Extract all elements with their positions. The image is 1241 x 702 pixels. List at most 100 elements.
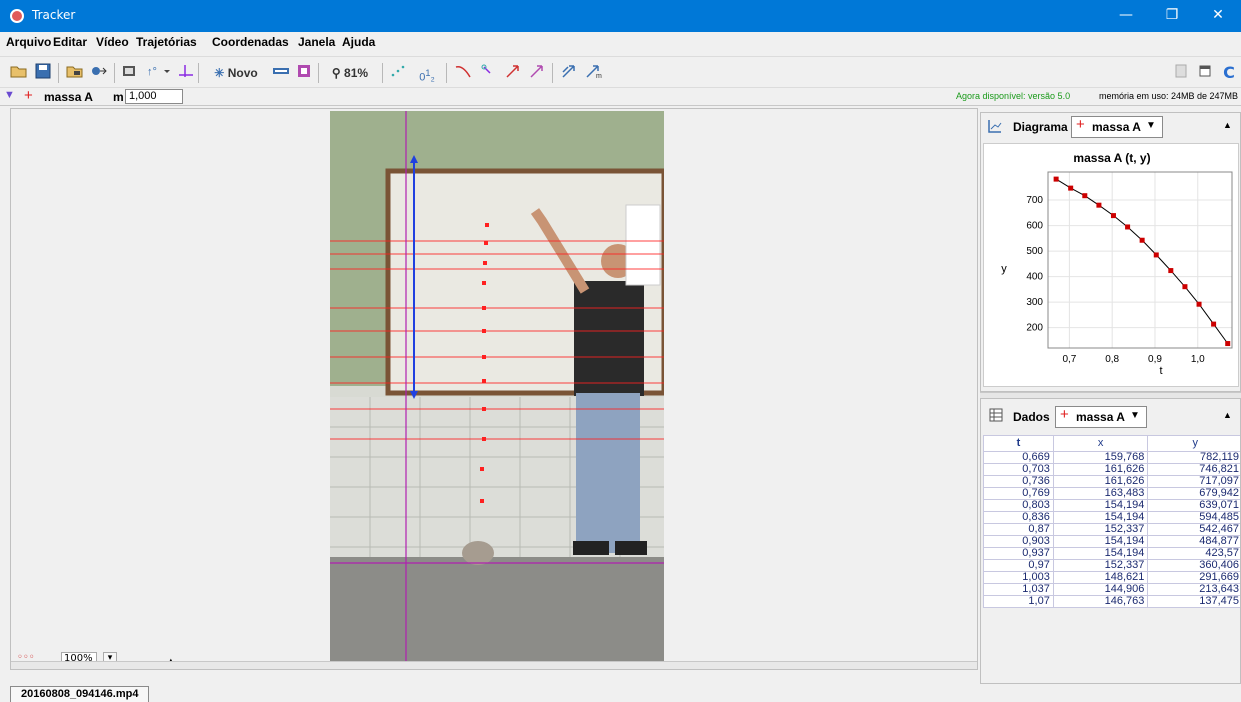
track-name[interactable]: massa A (44, 90, 93, 104)
data-point[interactable] (1125, 224, 1131, 230)
path-icon[interactable] (454, 63, 472, 83)
data-point[interactable] (1182, 284, 1188, 290)
data-point[interactable] (1053, 176, 1059, 182)
zoom-button[interactable]: ⚲ 81% (324, 63, 376, 83)
data-point[interactable] (1110, 213, 1116, 219)
minimize-button[interactable]: — (1103, 0, 1149, 32)
table-row[interactable]: 1,037 144,906 213,643 (983, 583, 1240, 596)
data-point[interactable] (1196, 301, 1202, 307)
import-icon[interactable] (90, 63, 108, 83)
data-point[interactable] (1068, 185, 1074, 191)
table-row[interactable]: 0,903 154,194 484,877 (983, 535, 1240, 548)
data-track-select[interactable]: + massa A ▼ (1055, 406, 1147, 428)
data-point[interactable] (1153, 252, 1159, 258)
zoom-value: 81% (344, 66, 369, 80)
table-cell: 0,703 (983, 463, 1054, 476)
update-notice[interactable]: Agora disponível: versão 5.0 (956, 91, 1070, 101)
point-mass-icon: + (1060, 406, 1069, 423)
mass-field[interactable]: 1,000 (125, 89, 183, 104)
calibration-icon[interactable]: ↑° (146, 63, 172, 83)
tape-icon[interactable] (272, 63, 290, 83)
menu-video[interactable]: Vídeo (96, 35, 129, 49)
label-icon[interactable]: 01₂ (414, 63, 440, 84)
data-point[interactable] (1139, 237, 1145, 243)
chevron-down-icon: ▼ (1130, 410, 1140, 421)
collapse-icon[interactable]: ▲ (1223, 410, 1232, 420)
data-point[interactable] (1096, 202, 1102, 208)
data-point[interactable] (1211, 321, 1217, 327)
momentum-icon[interactable] (560, 63, 578, 83)
force-icon[interactable] (528, 63, 546, 83)
table-row[interactable]: 0,836 154,194 594,485 (983, 511, 1240, 524)
restore-button[interactable]: ❐ (1149, 0, 1195, 32)
refresh-icon[interactable]: C (1220, 63, 1238, 83)
menu-trajetorias[interactable]: Trajetórias (136, 35, 197, 49)
table-cell: 1,003 (983, 571, 1054, 584)
data-table-scroll[interactable]: txy 0,669 159,768 782,119 0,703 161,626 746,8… (983, 435, 1240, 683)
table-cell: 423,57 (1147, 547, 1240, 560)
accel-icon[interactable] (504, 63, 522, 83)
column-header-x[interactable]: x (1052, 435, 1149, 452)
track-menu-icon[interactable]: ▼ (4, 89, 15, 101)
menu-ajuda[interactable]: Ajuda (342, 35, 375, 49)
axes-icon[interactable] (176, 63, 194, 83)
table-row[interactable]: 0,703 161,626 746,821 (983, 463, 1240, 476)
clip-settings-icon[interactable] (120, 63, 138, 83)
table-cell: 146,763 (1052, 595, 1149, 608)
table-row[interactable]: 0,669 159,768 782,119 (983, 451, 1240, 464)
data-point[interactable] (1168, 268, 1174, 274)
svg-text:↑°: ↑° (147, 66, 157, 78)
menu-editar[interactable]: Editar (53, 35, 87, 49)
table-cell: 0,669 (983, 451, 1054, 464)
close-button[interactable]: ✕ (1195, 0, 1241, 32)
data-point[interactable] (1082, 193, 1088, 199)
table-row[interactable]: 0,736 161,626 717,097 (983, 475, 1240, 488)
table-row[interactable]: 0,97 152,337 360,406 (983, 559, 1240, 572)
save-icon[interactable] (34, 63, 52, 83)
table-row[interactable]: 0,937 154,194 423,57 (983, 547, 1240, 560)
table-cell: 152,337 (1052, 559, 1149, 572)
video-file-tab[interactable]: 20160808_094146.mp4 (10, 686, 150, 702)
plot-header: Diagrama + massa A ▼ ▲ (981, 113, 1241, 141)
menu-janela[interactable]: Janela (298, 35, 335, 49)
velocity-icon[interactable] (480, 63, 498, 83)
table-row[interactable]: 1,07 146,763 137,475 (983, 595, 1240, 608)
plot-track-select[interactable]: + massa A ▼ (1071, 116, 1163, 138)
video-panel[interactable]: ◦◦◦ 100% ▾ ▲ (10, 108, 978, 670)
open-folder-icon[interactable] (10, 63, 28, 83)
table-row[interactable]: 1,003 148,621 291,669 (983, 571, 1240, 584)
data-table: txy 0,669 159,768 782,119 0,703 161,626 746,8… (983, 435, 1240, 608)
column-header-y[interactable]: y (1147, 435, 1240, 452)
y-tick-label: 600 (1026, 221, 1043, 232)
title-bar: Tracker — ❐ ✕ (0, 0, 1241, 32)
data-track-name: massa A (1076, 410, 1125, 424)
menu-arquivo[interactable]: Arquivo (6, 35, 51, 49)
trail-icon[interactable] (390, 63, 408, 83)
notes-icon[interactable] (1172, 63, 1190, 83)
table-cell: 159,768 (1052, 451, 1149, 464)
plot-axes-icon[interactable] (987, 118, 1003, 137)
new-track-label: Novo (227, 66, 258, 80)
table-row[interactable]: 0,87 152,337 542,467 (983, 523, 1240, 536)
video-frame[interactable] (330, 111, 664, 661)
horizontal-divider[interactable] (11, 661, 977, 669)
angular-momentum-icon[interactable]: m (584, 63, 606, 83)
plot-title-button[interactable]: Diagrama (1013, 120, 1068, 134)
menu-coordenadas[interactable]: Coordenadas (212, 35, 289, 49)
point-mass-icon: + (1076, 116, 1085, 133)
table-icon[interactable] (989, 408, 1003, 425)
data-point[interactable] (1225, 341, 1231, 347)
new-track-button[interactable]: ✳ Novo (206, 63, 266, 83)
filter-icon[interactable] (296, 63, 314, 83)
window-icon[interactable] (1196, 63, 1214, 83)
plot-area[interactable]: massa A (t, y) 0,7 0,8 0,9 1,0 200 300 400 500 6… (983, 143, 1239, 387)
collapse-icon[interactable]: ▲ (1223, 120, 1232, 130)
table-row[interactable]: 0,803 154,194 639,071 (983, 499, 1240, 512)
data-title-button[interactable]: Dados (1013, 410, 1050, 424)
table-row[interactable]: 0,769 163,483 679,942 (983, 487, 1240, 500)
toolbar: ↑° ✳ Novo ⚲ 81% 01₂ m C (0, 56, 1241, 88)
person-jeans (576, 393, 640, 553)
open-video-icon[interactable] (66, 63, 84, 83)
new-track-icon: ✳ (214, 66, 225, 80)
column-header-t[interactable]: t (983, 435, 1054, 452)
